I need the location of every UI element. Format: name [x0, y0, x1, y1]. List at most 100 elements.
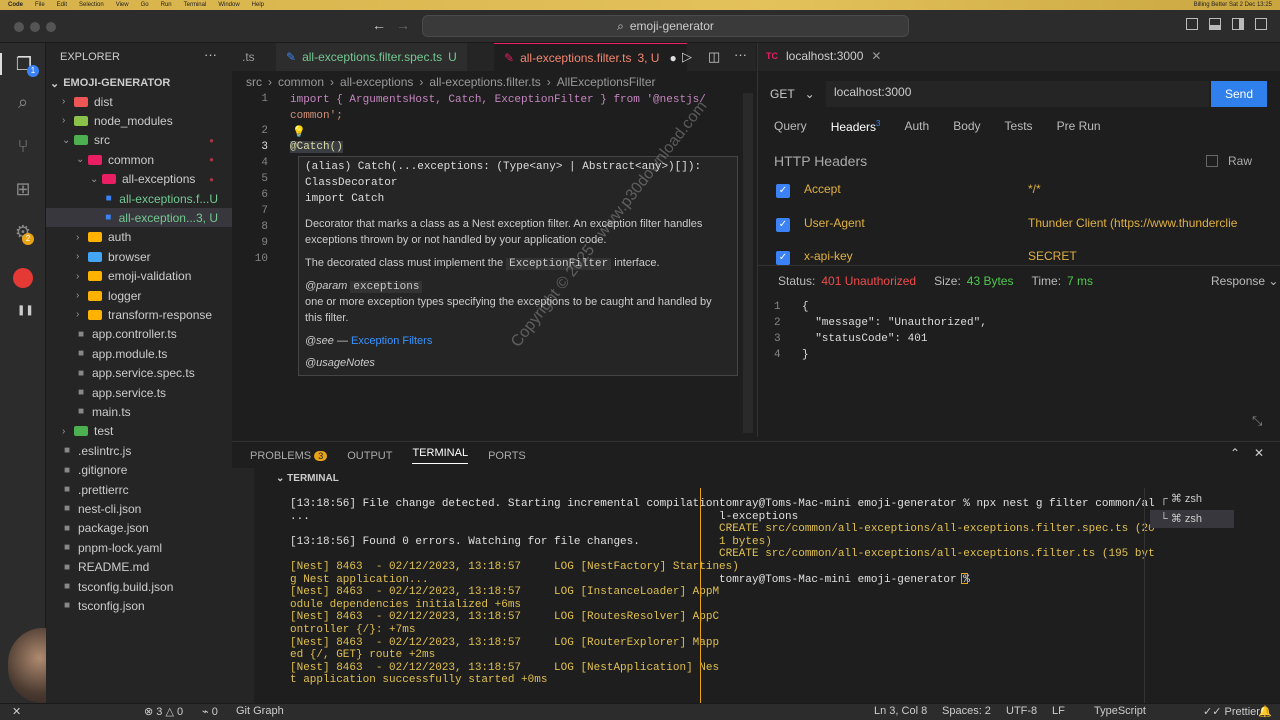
tab-terminal[interactable]: TERMINAL — [412, 447, 469, 464]
tree-item[interactable]: ■ app.module.ts — [76, 344, 232, 363]
indentation[interactable]: Spaces: 2 — [942, 705, 991, 717]
source-control-icon[interactable]: ⑂ — [12, 135, 34, 157]
language-mode[interactable]: TypeScript — [1094, 705, 1146, 717]
forward-arrow-icon[interactable]: → — [396, 17, 410, 33]
prettier-status[interactable]: ✓✓ Prettier — [1203, 705, 1260, 718]
tree-item[interactable]: ⌄ all-exceptions ● — [90, 170, 232, 189]
search-icon[interactable]: ⌕ — [12, 91, 34, 113]
tab-headers[interactable]: Headers3 — [831, 119, 881, 134]
expand-icon[interactable]: ⤡ — [1252, 413, 1262, 429]
tree-item[interactable]: › auth — [76, 228, 232, 247]
end-of-line[interactable]: LF — [1052, 705, 1065, 717]
pause-icon[interactable]: ❚❚ — [17, 305, 34, 316]
send-button[interactable]: Send — [1211, 81, 1267, 107]
tree-item[interactable]: ■ package.json — [62, 519, 232, 538]
ports-status[interactable]: ⌁ 0 — [202, 705, 218, 718]
more-actions-icon[interactable]: ··· — [204, 47, 217, 62]
tree-item[interactable]: ■ tsconfig.json — [62, 596, 232, 615]
raw-checkbox[interactable] — [1206, 155, 1218, 167]
tab-pre-run[interactable]: Pre Run — [1057, 119, 1101, 134]
header-value[interactable]: SECRET — [1028, 249, 1077, 263]
tree-item[interactable]: ■ README.md — [62, 558, 232, 577]
thunder-tab[interactable]: TC localhost:3000 ✕ — [766, 49, 881, 63]
header-key[interactable]: x-api-key — [804, 249, 853, 263]
tab-auth[interactable]: Auth — [905, 119, 930, 134]
terminal-right[interactable]: tomray@Toms-Mac-mini emoji-generator % n… — [719, 498, 1155, 648]
tab-query[interactable]: Query — [774, 119, 807, 134]
terminal-section-title[interactable]: ⌄ TERMINAL — [276, 473, 339, 484]
menu-selection[interactable]: Selection — [79, 2, 104, 8]
tree-item[interactable]: ■ app.controller.ts — [76, 325, 232, 344]
method-select[interactable]: GET ⌄ — [770, 81, 830, 107]
tree-item[interactable]: ■ main.ts — [76, 402, 232, 421]
tree-item[interactable]: ■ .eslintrc.js — [62, 441, 232, 460]
tab-filter-active[interactable]: ✎ all-exceptions.filter.ts 3, U ● — [494, 43, 687, 71]
notifications-icon[interactable]: 🔔 — [1258, 705, 1272, 718]
extensions-icon[interactable]: ⊞ — [12, 178, 34, 200]
menu-help[interactable]: Help — [252, 2, 264, 8]
close-panel-icon[interactable]: ✕ — [1254, 446, 1264, 460]
tree-item[interactable]: › dist — [62, 92, 232, 111]
tree-item[interactable]: ■ all-exception... 3, U — [46, 208, 232, 228]
menu-window[interactable]: Window — [218, 2, 239, 8]
record-icon[interactable] — [13, 268, 33, 288]
tab-body[interactable]: Body — [953, 119, 980, 134]
menu-file[interactable]: File — [35, 2, 45, 8]
command-center-search[interactable]: ⌕ emoji-generator — [422, 15, 909, 37]
encoding[interactable]: UTF-8 — [1006, 705, 1037, 717]
run-icon[interactable]: ▷ — [682, 49, 692, 65]
code-line-1b[interactable]: common'; — [290, 110, 343, 122]
back-arrow-icon[interactable]: ← — [372, 17, 386, 33]
problems-status[interactable]: ⊗ 3 △ 0 — [144, 705, 183, 718]
tree-item[interactable]: › browser — [76, 247, 232, 266]
close-window-button[interactable] — [14, 22, 24, 32]
minimize-window-button[interactable] — [30, 22, 40, 32]
header-key[interactable]: User-Agent — [804, 216, 865, 230]
terminal-split-divider[interactable] — [700, 488, 701, 704]
close-icon[interactable]: ✕ — [871, 49, 881, 63]
shell-item-active[interactable]: └ ⌘ zsh — [1150, 510, 1234, 528]
tab-output[interactable]: OUTPUT — [347, 450, 392, 462]
explorer-icon[interactable]: ❐ — [0, 53, 46, 75]
editor-scrollbar[interactable] — [743, 93, 753, 433]
code-line-1[interactable]: import { ArgumentsHost, Catch, Exception… — [290, 94, 706, 106]
tree-item[interactable]: ■ app.service.spec.ts — [76, 364, 232, 383]
git-graph-button[interactable]: Git Graph — [236, 705, 284, 717]
tree-item[interactable]: ■ .gitignore — [62, 461, 232, 480]
menu-go[interactable]: Go — [141, 2, 149, 8]
tab-spec[interactable]: ✎ all-exceptions.filter.spec.ts U — [276, 43, 467, 71]
tab-problems[interactable]: PROBLEMS 3 — [250, 450, 328, 462]
unsaved-dot-icon[interactable]: ● — [669, 51, 676, 65]
response-dropdown[interactable]: Response ⌄ — [1211, 274, 1278, 288]
breadcrumb-item[interactable]: common — [278, 75, 324, 89]
shell-item[interactable]: ┌ ⌘ zsh — [1160, 492, 1202, 505]
tree-item[interactable]: › node_modules — [62, 111, 232, 130]
header-checkbox[interactable]: ✓ — [776, 218, 790, 232]
tree-item[interactable]: ■ all-exceptions.f... U — [104, 189, 232, 208]
maximize-panel-icon[interactable]: ⌃ — [1230, 446, 1240, 460]
tree-item[interactable]: ■ nest-cli.json — [62, 499, 232, 518]
menu-terminal[interactable]: Terminal — [184, 2, 207, 8]
more-actions-icon[interactable]: ··· — [734, 47, 747, 62]
tree-item[interactable]: ■ .prettierrc — [62, 480, 232, 499]
tree-item[interactable]: ■ pnpm-lock.yaml — [62, 538, 232, 557]
header-value[interactable]: Thunder Client (https://www.thunderclie — [1028, 216, 1237, 230]
cursor-position[interactable]: Ln 3, Col 8 — [874, 705, 927, 717]
tree-item[interactable]: ⌄ src ● — [62, 131, 232, 150]
tab-tests[interactable]: Tests — [1005, 119, 1033, 134]
breadcrumb-item[interactable]: all-exceptions.filter.ts — [429, 75, 540, 89]
tree-item[interactable]: ■ tsconfig.build.json — [62, 577, 232, 596]
split-editor-icon[interactable]: ◫ — [708, 49, 720, 65]
url-input[interactable]: localhost:3000 — [826, 81, 1209, 107]
toggle-sidebar-icon[interactable] — [1186, 18, 1198, 30]
menu-view[interactable]: View — [116, 2, 129, 8]
menu-run[interactable]: Run — [161, 2, 172, 8]
remote-icon[interactable]: ✕ — [12, 705, 21, 718]
exception-filters-link[interactable]: Exception Filters — [351, 335, 432, 347]
tree-item[interactable]: › logger — [76, 286, 232, 305]
breadcrumb-item[interactable]: AllExceptionsFilter — [557, 75, 656, 89]
app-name[interactable]: Code — [8, 2, 23, 8]
tree-item[interactable]: ■ app.service.ts — [76, 383, 232, 402]
header-value[interactable]: */* — [1028, 182, 1041, 196]
tab-ports[interactable]: PORTS — [488, 450, 526, 462]
